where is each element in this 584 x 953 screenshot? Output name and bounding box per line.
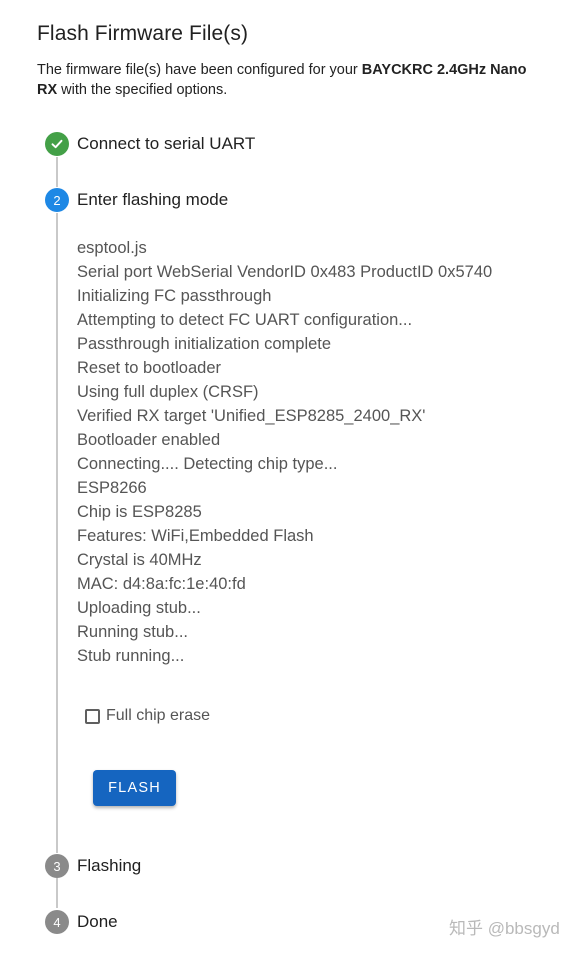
log-line: Features: WiFi,Embedded Flash <box>77 527 314 545</box>
log-line: Uploading stub... <box>77 599 201 617</box>
log-line: Running stub... <box>77 623 188 641</box>
log-line: Passthrough initialization complete <box>77 335 332 353</box>
step-connect-serial-uart: Connect to serial UART <box>45 132 255 156</box>
page-title: Flash Firmware File(s) <box>37 22 249 45</box>
watermark: 知乎 @bbsgyd <box>449 919 560 938</box>
description-suffix: with the specified options. <box>57 82 228 98</box>
page-description: The firmware file(s) have been configure… <box>37 60 572 100</box>
log-line: MAC: d4:8a:fc:1e:40:fd <box>77 575 246 593</box>
flash-button[interactable]: FLASH <box>93 770 176 806</box>
flashing-log: esptool.js Serial port WebSerial VendorI… <box>77 236 492 668</box>
step-flashing: 3 Flashing <box>45 854 141 878</box>
step-enter-flashing-mode: 2 Enter flashing mode <box>45 188 228 212</box>
log-line: Stub running... <box>77 647 185 665</box>
log-line: Crystal is 40MHz <box>77 551 202 569</box>
full-chip-erase-option[interactable]: Full chip erase <box>85 704 210 728</box>
step-label: Done <box>77 912 118 931</box>
log-line: Attempting to detect FC UART configurati… <box>77 311 413 329</box>
step-number-badge: 2 <box>45 188 69 212</box>
flash-firmware-page: Flash Firmware File(s) The firmware file… <box>0 0 584 953</box>
log-line: Chip is ESP8285 <box>77 503 202 521</box>
step-number-badge: 4 <box>45 910 69 934</box>
stepper-connector <box>56 213 58 853</box>
stepper-connector <box>56 878 58 908</box>
device-name-part-1: BAYCKRC 2.4GHz Nano <box>361 62 527 78</box>
log-line: esptool.js <box>77 239 147 257</box>
log-line: Bootloader enabled <box>77 431 221 449</box>
check-icon <box>45 132 69 156</box>
stepper-connector <box>56 157 58 187</box>
step-label: Flashing <box>77 856 142 875</box>
full-chip-erase-checkbox[interactable] <box>85 708 100 724</box>
step-label: Enter flashing mode <box>77 190 229 209</box>
step-number-badge: 3 <box>45 854 69 878</box>
log-line: Initializing FC passthrough <box>77 287 272 305</box>
log-line: Connecting.... Detecting chip type... <box>77 455 338 473</box>
step-label: Connect to serial UART <box>77 134 256 153</box>
description-prefix: The firmware file(s) have been configure… <box>37 62 362 78</box>
log-line: Reset to bootloader <box>77 359 222 377</box>
step-done: 4 Done <box>45 910 118 934</box>
log-line: Serial port WebSerial VendorID 0x483 Pro… <box>77 263 493 281</box>
device-name-part-2: RX <box>37 82 58 98</box>
log-line: Verified RX target 'Unified_ESP8285_2400… <box>77 407 426 425</box>
log-line: Using full duplex (CRSF) <box>77 383 259 401</box>
log-line: ESP8266 <box>77 479 147 497</box>
full-chip-erase-label: Full chip erase <box>106 707 211 724</box>
